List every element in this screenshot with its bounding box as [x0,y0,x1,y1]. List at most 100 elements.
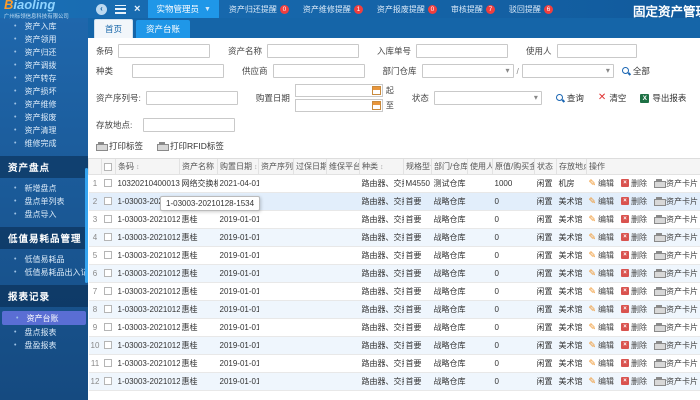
column-header[interactable]: 购置日期 ↕ [217,159,259,175]
menu-icon[interactable] [115,4,126,14]
delete-button[interactable]: × 删除 [621,322,647,333]
sidebar-item[interactable]: • 低值易耗品出入记录 [0,266,88,279]
row-checkbox[interactable] [103,287,112,296]
delete-button[interactable]: × 删除 [621,196,647,207]
notification-tab[interactable]: 审核提醒 7 [451,4,495,15]
column-header[interactable]: 使用人↕ [467,159,493,175]
delete-button[interactable]: × 删除 [621,340,647,351]
notification-tab[interactable]: 资产维修提醒 1 [303,4,363,15]
delete-button[interactable]: × 删除 [621,304,647,315]
column-header[interactable]: 资产序列号↕ [258,159,294,175]
column-header[interactable]: 种类 ↕ [359,159,404,175]
edit-button[interactable]: ✎ 编辑 [589,178,615,189]
edit-button[interactable]: ✎ 编辑 [589,196,615,207]
sidebar-item[interactable]: • 资产归还 [0,46,88,59]
row-checkbox[interactable] [103,359,112,368]
delete-button[interactable]: × 删除 [621,232,647,243]
sidebar-item[interactable]: • 资产报废 [0,111,88,124]
column-header[interactable]: 存放地点↕ [556,159,587,175]
print-rfid-button[interactable]: 打印RFID标签 [157,140,224,152]
sidebar-item[interactable]: • 维修完成 [0,137,88,150]
notification-tab[interactable]: 驳回提醒 6 [509,4,553,15]
edit-button[interactable]: ✎ 编辑 [589,304,615,315]
sidebar-item[interactable]: • 低值易耗品 [0,253,88,266]
edit-button[interactable]: ✎ 编辑 [589,214,615,225]
sidebar-item[interactable]: • 资产入库 [0,20,88,33]
status-select[interactable] [433,91,542,105]
edit-button[interactable]: ✎ 编辑 [589,232,615,243]
column-header[interactable]: 原值/购买金额↕ [492,159,535,175]
column-header[interactable]: 操作 [586,159,700,175]
asset-card-button[interactable]: 资产卡片 [654,196,698,207]
edit-button[interactable]: ✎ 编辑 [589,286,615,297]
column-header[interactable]: 维保平台↕ [326,159,360,175]
sidebar-item[interactable]: • 新增盘点 [0,182,88,195]
row-checkbox[interactable] [103,251,112,260]
close-icon[interactable]: × [134,3,140,15]
asset-card-button[interactable]: 资产卡片 [654,250,698,261]
asset-card-button[interactable]: 资产卡片 [654,286,698,297]
category-input[interactable] [132,64,225,78]
asset-card-button[interactable]: 资产卡片 [654,268,698,279]
role-tab[interactable]: 实物管理员 ▼ [148,0,219,18]
user-input[interactable] [556,44,637,58]
table-row[interactable]: 5 1-03003-20210128-15惠桂2019-01-01 路由器、交换机首… [88,246,700,265]
sidebar-item[interactable]: • 资产转存 [0,72,88,85]
asset-name-input[interactable] [267,44,360,58]
row-checkbox[interactable] [103,269,112,278]
table-row[interactable]: 1 10320210400013网络交换机2021-04-01 路由器、交换机M45… [88,174,700,193]
delete-button[interactable]: × 删除 [621,376,647,387]
asset-card-button[interactable]: 资产卡片 [654,304,698,315]
sort-icon[interactable]: ↕ [254,164,258,171]
department-select[interactable] [421,64,514,78]
sidebar-item[interactable]: • 资产领用 [0,33,88,46]
sidebar-item[interactable]: • 资产清理 [0,124,88,137]
column-header[interactable]: 条码 ↕ [115,159,180,175]
asset-card-button[interactable]: 资产卡片 [654,340,698,351]
tab-asset-ledger[interactable]: 资产台账 [136,20,191,38]
table-row[interactable]: 12 1-03003-20210128-15惠桂2019-01-01 路由器、交换机… [88,372,700,391]
sidebar-item[interactable]: • 资产台账 [2,311,86,325]
sidebar-item[interactable]: • 盘点单列表 [0,195,88,208]
date-to-input[interactable] [294,99,383,112]
table-row[interactable]: 6 1-03003-20210128-15惠桂2019-01-01 路由器、交换机首… [88,264,700,283]
export-button[interactable]: X 导出报表 [640,92,686,104]
sidebar-item[interactable]: • 盘盈报表 [0,339,88,352]
asset-card-button[interactable]: 资产卡片 [654,214,698,225]
row-checkbox[interactable] [103,341,112,350]
sidebar-item[interactable]: • 资产损坏 [0,85,88,98]
asset-card-button[interactable]: 资产卡片 [654,232,698,243]
edit-button[interactable]: ✎ 编辑 [589,268,615,279]
edit-button[interactable]: ✎ 编辑 [589,340,615,351]
row-checkbox[interactable] [103,179,112,188]
column-header[interactable]: 过保日期↕ [293,159,327,175]
asset-card-button[interactable]: 资产卡片 [654,358,698,369]
table-row[interactable]: 10 1-03003-20210128-15惠桂2019-01-01 路由器、交换机… [88,336,700,355]
column-header[interactable]: 规格型号↕ [403,159,432,175]
search-button[interactable]: 查询 [555,92,584,104]
all-button[interactable]: 全部 [621,65,650,77]
print-label-button[interactable]: 打印标签 [96,140,143,152]
calendar-icon[interactable] [371,101,381,110]
inbound-no-input[interactable] [416,44,509,58]
delete-button[interactable]: × 删除 [621,214,647,225]
edit-button[interactable]: ✎ 编辑 [589,376,615,387]
date-from-input[interactable] [294,84,383,97]
table-row[interactable]: 3 1-03003-20210128-15惠桂2019-01-01 路由器、交换机首… [88,210,700,229]
sidebar-item[interactable]: • 资产维修 [0,98,88,111]
sidebar-item[interactable]: • 盘点导入 [0,208,88,221]
table-row[interactable]: 7 1-03003-20210128-15惠桂2019-01-01 路由器、交换机首… [88,282,700,301]
select-all-checkbox[interactable] [104,162,112,171]
sidebar-item[interactable]: • 资产调拨 [0,59,88,72]
location-input[interactable] [143,118,236,132]
table-row[interactable]: 4 1-03003-20210128-15惠桂2019-01-01 路由器、交换机首… [88,228,700,247]
asset-card-button[interactable]: 资产卡片 [654,376,698,387]
table-row[interactable]: 8 1-03003-20210128-15惠桂2019-01-01 路由器、交换机首… [88,300,700,319]
supplier-input[interactable] [272,64,365,78]
delete-button[interactable]: × 删除 [621,178,647,189]
notification-tab[interactable]: 资产归还提醒 0 [229,4,289,15]
delete-button[interactable]: × 删除 [621,268,647,279]
notification-tab[interactable]: 资产报废提醒 0 [377,4,437,15]
warehouse-select[interactable] [521,64,614,78]
row-checkbox[interactable] [103,323,112,332]
